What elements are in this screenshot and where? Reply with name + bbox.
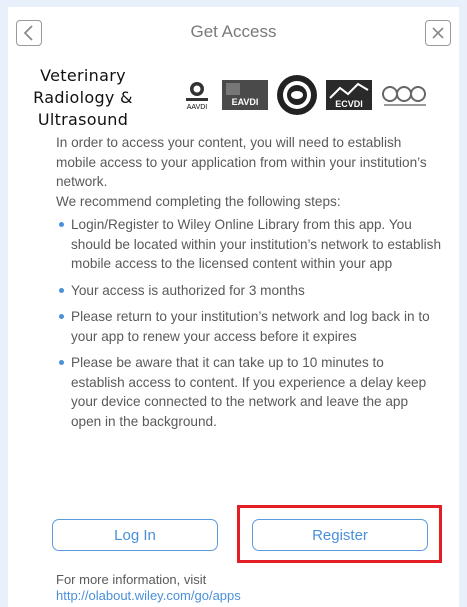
journal-banner: Veterinary Radiology & Ultrasound AAVDI …	[8, 59, 459, 137]
intro-text: In order to access your content, you wil…	[56, 135, 427, 189]
list-item: Login/Register to Wiley Online Library f…	[56, 215, 441, 274]
ecvdi-logo: ECVDI	[326, 78, 372, 112]
top-bar: Get Access	[8, 7, 459, 57]
close-button[interactable]	[425, 20, 451, 46]
more-info-footer: For more information, visit http://olabo…	[56, 572, 241, 604]
steps-list: Login/Register to Wiley Online Library f…	[56, 215, 441, 431]
step-text: Login/Register to Wiley Online Library f…	[71, 217, 442, 271]
step-text: Please return to your institution’s netw…	[71, 309, 430, 344]
society-logos: AAVDI EAVDI ECVDI	[180, 73, 430, 117]
more-info-text: For more information, visit	[56, 572, 207, 587]
seal-logo	[276, 74, 318, 116]
aavdi-logo: AAVDI	[180, 78, 214, 112]
apps-info-link[interactable]: http://olabout.wiley.com/go/apps	[56, 588, 241, 604]
eavdi-logo: EAVDI	[222, 78, 268, 112]
bullet-icon	[59, 314, 64, 319]
journal-title: Veterinary Radiology & Ultrasound	[14, 65, 152, 131]
step-text: Your access is authorized for 3 months	[71, 282, 305, 298]
ivra-logo	[380, 80, 430, 110]
list-item: Your access is authorized for 3 months	[56, 281, 441, 301]
bullet-icon	[59, 222, 64, 227]
login-button[interactable]: Log In	[52, 519, 218, 551]
page-title: Get Access	[190, 22, 277, 41]
register-button[interactable]: Register	[252, 519, 428, 551]
journal-title-line: Ultrasound	[37, 110, 129, 129]
journal-title-line: Radiology &	[33, 88, 133, 107]
access-instructions: In order to access your content, you wil…	[56, 133, 441, 438]
bullet-icon	[59, 287, 64, 293]
journal-title-line: Veterinary	[40, 66, 126, 85]
step-text: Please be aware that it can take up to 1…	[71, 355, 427, 429]
close-x-icon	[432, 27, 444, 39]
svg-text:AAVDI: AAVDI	[187, 104, 208, 111]
bullet-icon	[59, 360, 64, 365]
list-item: Please return to your institution’s netw…	[56, 307, 441, 346]
get-access-screen: Get Access Veterinary Radiology & Ultras…	[8, 7, 459, 607]
recommend-text: We recommend completing the following st…	[56, 193, 341, 209]
svg-text:ECVDI: ECVDI	[335, 99, 363, 109]
list-item: Please be aware that it can take up to 1…	[56, 353, 441, 431]
svg-text:EAVDI: EAVDI	[232, 97, 259, 107]
